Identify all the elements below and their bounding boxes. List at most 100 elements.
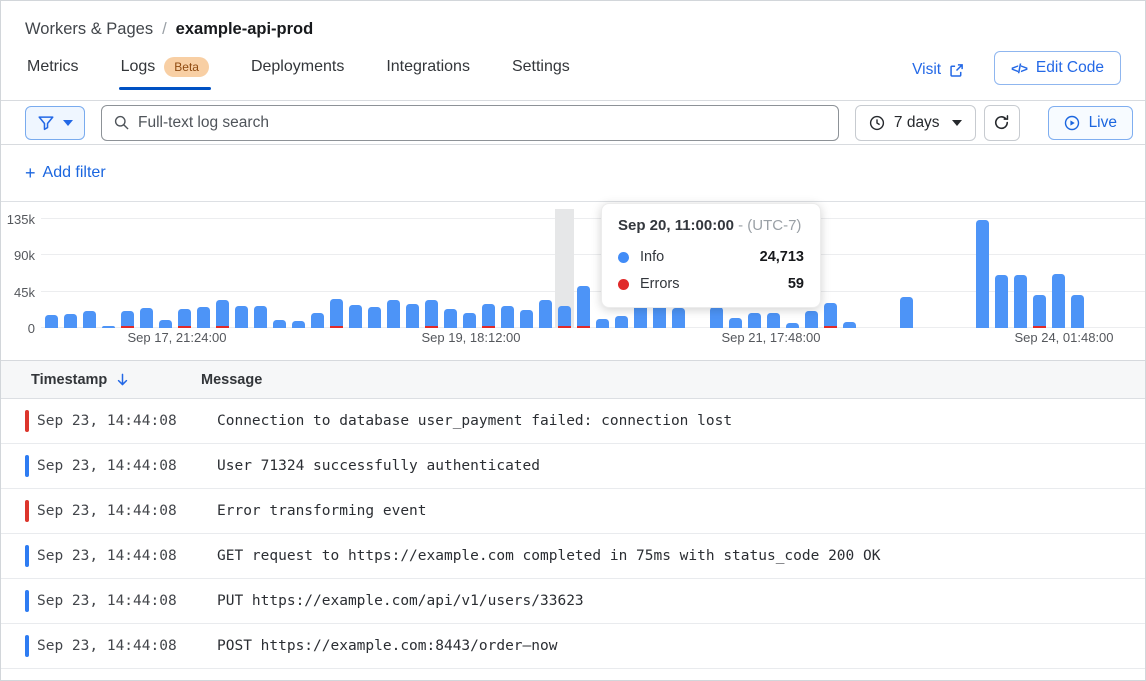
tab-metrics[interactable]: Metrics xyxy=(25,51,81,90)
chart-plot[interactable] xyxy=(41,211,1145,328)
bar-info-segment xyxy=(976,220,989,328)
add-filter-row: + Add filter xyxy=(1,145,1145,202)
filter-dropdown-button[interactable] xyxy=(25,106,85,140)
histogram-bar[interactable] xyxy=(843,322,856,328)
sort-desc-icon[interactable] xyxy=(115,372,130,387)
histogram-bar[interactable] xyxy=(767,313,780,328)
histogram-bar[interactable] xyxy=(976,220,989,328)
histogram-bar[interactable] xyxy=(463,313,476,328)
column-header-message[interactable]: Message xyxy=(201,372,1145,388)
histogram-bar[interactable] xyxy=(577,286,590,328)
column-header-timestamp[interactable]: Timestamp xyxy=(1,372,201,388)
bar-info-segment xyxy=(425,300,438,326)
edit-code-label: Edit Code xyxy=(1036,59,1104,77)
bar-info-segment xyxy=(273,320,286,328)
histogram-bar[interactable] xyxy=(349,305,362,328)
histogram-bar[interactable] xyxy=(311,313,324,328)
log-row[interactable]: Sep 23, 14:44:08Connection to database u… xyxy=(1,399,1145,444)
histogram-bar[interactable] xyxy=(672,308,685,328)
add-filter-label: Add filter xyxy=(43,164,106,182)
add-filter-button[interactable]: + Add filter xyxy=(25,163,106,184)
breadcrumb-separator: / xyxy=(162,20,167,39)
histogram-bar[interactable] xyxy=(235,306,248,328)
live-label: Live xyxy=(1089,114,1117,132)
visit-link[interactable]: Visit xyxy=(912,57,964,79)
refresh-button[interactable] xyxy=(984,105,1020,141)
histogram-bar[interactable] xyxy=(1052,274,1065,328)
x-tick-label: Sep 24, 01:48:00 xyxy=(1014,330,1113,345)
histogram-bar[interactable] xyxy=(216,300,229,328)
histogram-bar[interactable] xyxy=(425,300,438,328)
histogram-bar[interactable] xyxy=(596,319,609,328)
x-tick-label: Sep 19, 18:12:00 xyxy=(421,330,520,345)
histogram-bar[interactable] xyxy=(824,303,837,328)
log-message: GET request to https://example.com compl… xyxy=(217,548,880,564)
histogram-bar[interactable] xyxy=(140,308,153,328)
histogram-bar[interactable] xyxy=(273,320,286,328)
histogram-bar[interactable] xyxy=(805,311,818,328)
log-row[interactable]: Sep 23, 14:44:08GET request to https://e… xyxy=(1,534,1145,579)
bar-error-segment xyxy=(824,326,837,328)
histogram-bar[interactable] xyxy=(178,309,191,328)
play-circle-icon xyxy=(1064,115,1080,131)
search-icon xyxy=(114,115,129,130)
bar-info-segment xyxy=(805,311,818,328)
bar-info-segment xyxy=(672,308,685,328)
histogram-bar[interactable] xyxy=(444,309,457,328)
breadcrumb-section[interactable]: Workers & Pages xyxy=(25,20,153,39)
histogram-bar[interactable] xyxy=(1071,295,1084,328)
log-message: Connection to database user_payment fail… xyxy=(217,413,732,429)
bar-info-segment xyxy=(197,307,210,328)
histogram-bar[interactable] xyxy=(64,314,77,328)
histogram-bar[interactable] xyxy=(406,304,419,328)
bar-info-segment xyxy=(444,309,457,328)
edit-code-button[interactable]: </> Edit Code xyxy=(994,51,1121,85)
chevron-down-icon xyxy=(952,120,962,126)
bar-info-segment xyxy=(1014,275,1027,328)
histogram-bar[interactable] xyxy=(83,311,96,328)
histogram-bar[interactable] xyxy=(254,306,267,328)
histogram-bar[interactable] xyxy=(520,310,533,328)
histogram-bar[interactable] xyxy=(710,307,723,328)
histogram-bar[interactable] xyxy=(482,304,495,328)
histogram-bar[interactable] xyxy=(539,300,552,328)
histogram-bar[interactable] xyxy=(330,299,343,328)
log-row[interactable]: Sep 23, 14:44:08Error transforming event xyxy=(1,489,1145,534)
bar-error-segment xyxy=(558,326,571,328)
bar-error-segment xyxy=(1033,326,1046,328)
histogram-bar[interactable] xyxy=(292,321,305,328)
log-row[interactable]: Sep 23, 14:44:08User 71324 successfully … xyxy=(1,444,1145,489)
search-input[interactable] xyxy=(138,114,826,132)
time-range-dropdown[interactable]: 7 days xyxy=(855,105,976,141)
table-body: Sep 23, 14:44:08Connection to database u… xyxy=(1,399,1145,669)
histogram-bar[interactable] xyxy=(748,313,761,328)
histogram-bar[interactable] xyxy=(102,326,115,328)
histogram-bar[interactable] xyxy=(558,306,571,328)
bar-info-segment xyxy=(1033,295,1046,326)
histogram-bar[interactable] xyxy=(368,307,381,328)
tab-deployments[interactable]: Deployments xyxy=(249,51,346,90)
histogram-bar[interactable] xyxy=(786,323,799,328)
histogram-bar[interactable] xyxy=(501,306,514,328)
log-row[interactable]: Sep 23, 14:44:08POST https://example.com… xyxy=(1,624,1145,669)
tab-logs[interactable]: LogsBeta xyxy=(119,51,211,90)
histogram-bar[interactable] xyxy=(615,316,628,328)
histogram-bar[interactable] xyxy=(159,320,172,328)
histogram-bar[interactable] xyxy=(995,275,1008,328)
bar-info-segment xyxy=(710,307,723,328)
tab-integrations[interactable]: Integrations xyxy=(384,51,472,90)
log-row[interactable]: Sep 23, 14:44:08PUT https://example.com/… xyxy=(1,579,1145,624)
histogram-bar[interactable] xyxy=(121,311,134,328)
bar-info-segment xyxy=(254,306,267,328)
histogram-bar[interactable] xyxy=(387,300,400,328)
bar-info-segment xyxy=(330,299,343,326)
chart-y-axis: 045k90k135k xyxy=(1,211,35,328)
histogram-bar[interactable] xyxy=(1014,275,1027,328)
histogram-bar[interactable] xyxy=(1033,295,1046,328)
tab-settings[interactable]: Settings xyxy=(510,51,572,90)
histogram-bar[interactable] xyxy=(900,297,913,328)
histogram-bar[interactable] xyxy=(197,307,210,328)
histogram-bar[interactable] xyxy=(729,318,742,328)
live-button[interactable]: Live xyxy=(1048,106,1133,140)
histogram-bar[interactable] xyxy=(45,315,58,328)
